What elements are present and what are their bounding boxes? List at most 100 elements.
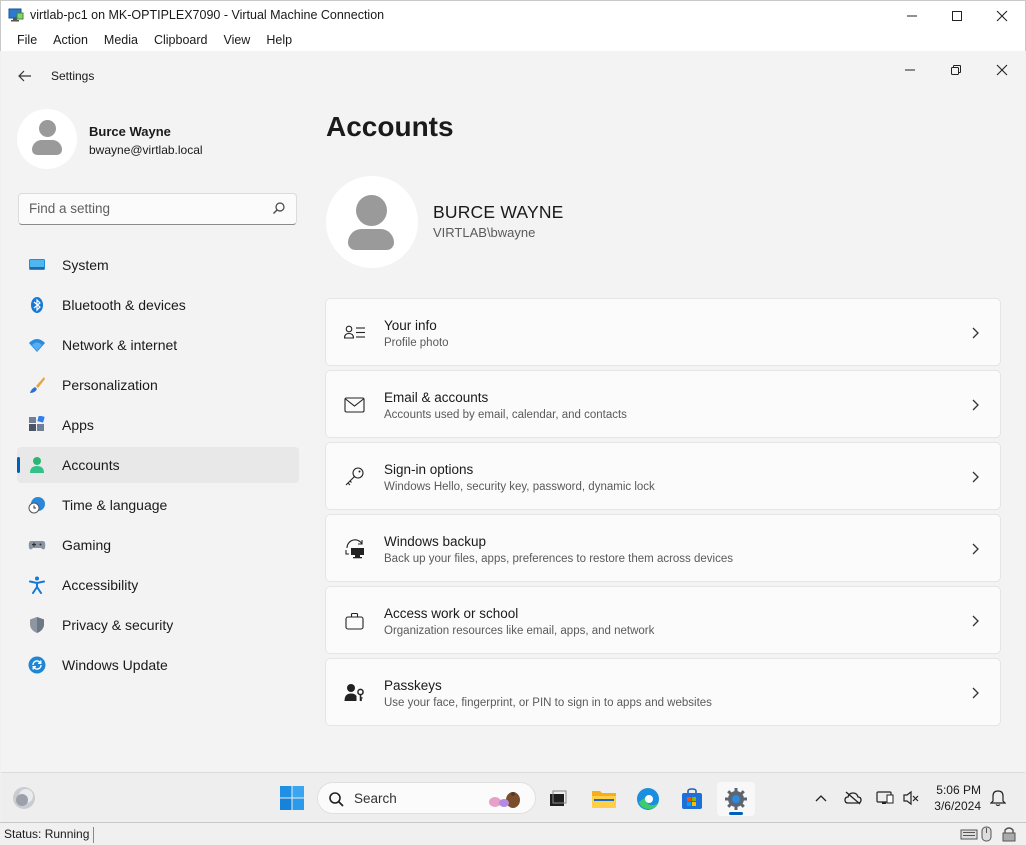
taskbar-clock[interactable]: 5:06 PM 3/6/2024 (929, 782, 981, 814)
sidebar-item-network[interactable]: Network & internet (17, 327, 299, 363)
card-title: Sign-in options (384, 462, 474, 477)
clock-time: 5:06 PM (936, 783, 981, 797)
account-avatar (326, 176, 418, 268)
vm-window-title: virtlab-pc1 on MK-OPTIPLEX7090 - Virtual… (30, 8, 385, 22)
card-subtitle: Windows Hello, security key, password, d… (384, 481, 655, 493)
taskbar-file-explorer[interactable] (585, 782, 623, 816)
passkey-icon (344, 684, 364, 701)
chevron-right-icon (972, 543, 979, 555)
chevron-right-icon (972, 615, 979, 627)
wifi-icon (29, 339, 45, 352)
back-arrow-icon (18, 70, 31, 82)
card-title: Windows backup (384, 534, 487, 549)
gear-icon (725, 788, 747, 810)
network-tray[interactable] (874, 787, 896, 809)
back-button[interactable] (13, 65, 37, 87)
avatar (17, 109, 77, 169)
sidebar-item-accounts[interactable]: Accounts (17, 447, 299, 483)
card-passkeys[interactable]: Passkeys Use your face, fingerprint, or … (325, 658, 1001, 726)
sidebar-item-label: Personalization (62, 377, 158, 393)
chevron-up-icon (815, 795, 827, 802)
person-info-icon (344, 325, 365, 339)
vm-titlebar: virtlab-pc1 on MK-OPTIPLEX7090 - Virtual… (0, 0, 1026, 29)
minimize-icon (907, 15, 917, 16)
search-highlight-icon (489, 792, 520, 808)
menu-action[interactable]: Action (45, 33, 96, 47)
sidebar-item-bluetooth[interactable]: Bluetooth & devices (17, 287, 299, 323)
vm-statusbar: Status: Running (0, 822, 1026, 845)
system-icon (29, 259, 45, 270)
minimize-icon (905, 69, 915, 71)
sidebar-item-time-language[interactable]: Time & language (17, 487, 299, 523)
show-hidden-icons-button[interactable] (810, 787, 832, 809)
sidebar-item-accessibility[interactable]: Accessibility (17, 567, 299, 603)
sidebar-nav: System Bluetooth & devices Network & int… (17, 247, 299, 687)
card-access-work-school[interactable]: Access work or school Organization resou… (325, 586, 1001, 654)
sidebar-item-label: System (62, 257, 109, 273)
sidebar-item-label: Accessibility (62, 577, 139, 593)
vm-maximize-button[interactable] (934, 1, 980, 30)
taskbar-settings[interactable] (717, 782, 755, 816)
settings-minimize-button[interactable] (887, 55, 933, 85)
task-view-icon (550, 790, 567, 806)
sidebar-item-label: Network & internet (62, 337, 178, 353)
chevron-right-icon (972, 687, 979, 699)
vm-minimize-button[interactable] (889, 1, 935, 30)
taskbar-task-view[interactable] (539, 782, 577, 816)
card-windows-backup[interactable]: Windows backup Back up your files, apps,… (325, 514, 1001, 582)
card-email-accounts[interactable]: Email & accounts Accounts used by email,… (325, 370, 1001, 438)
card-subtitle: Back up your files, apps, preferences to… (384, 553, 733, 565)
search-icon (273, 202, 285, 214)
menu-help[interactable]: Help (258, 33, 300, 47)
mouse-icon (981, 826, 992, 842)
onedrive-tray[interactable] (842, 787, 864, 809)
settings-close-button[interactable] (979, 55, 1025, 85)
widgets-icon[interactable] (11, 785, 37, 811)
close-icon (996, 64, 1008, 76)
sidebar-item-system[interactable]: System (17, 247, 299, 283)
update-icon (28, 656, 46, 674)
settings-restore-button[interactable] (933, 55, 979, 85)
backup-icon (345, 539, 364, 559)
sidebar-item-label: Accounts (62, 457, 120, 473)
store-icon (682, 788, 702, 809)
network-icon (876, 791, 894, 804)
vm-close-button[interactable] (979, 1, 1025, 30)
notifications-button[interactable] (987, 787, 1009, 809)
settings-title: Settings (51, 69, 95, 83)
sidebar-item-gaming[interactable]: Gaming (17, 527, 299, 563)
card-title: Your info (384, 318, 437, 333)
start-button[interactable] (279, 785, 305, 811)
sidebar-item-personalization[interactable]: Personalization (17, 367, 299, 403)
bell-icon (990, 790, 1006, 807)
find-setting-box[interactable] (18, 193, 297, 225)
menu-view[interactable]: View (215, 33, 258, 47)
sidebar-item-windows-update[interactable]: Windows Update (17, 647, 299, 683)
menu-media[interactable]: Media (96, 33, 146, 47)
volume-tray[interactable] (900, 787, 922, 809)
close-icon (996, 10, 1008, 21)
accounts-settings-list: Your info Profile photo Email & accounts… (325, 298, 1001, 730)
page-title: Accounts (326, 111, 454, 142)
taskbar-edge[interactable] (629, 782, 667, 816)
search-icon (329, 792, 344, 807)
card-your-info[interactable]: Your info Profile photo (325, 298, 1001, 366)
keyboard-icon (960, 829, 978, 840)
speaker-muted-icon (903, 790, 919, 806)
vm-menubar: File Action Media Clipboard View Help (0, 29, 1026, 51)
chevron-right-icon (972, 399, 979, 411)
card-sign-in-options[interactable]: Sign-in options Windows Hello, security … (325, 442, 1001, 510)
menu-clipboard[interactable]: Clipboard (146, 33, 216, 47)
brush-icon (30, 377, 45, 393)
bluetooth-icon (31, 297, 43, 313)
taskbar-store[interactable] (673, 782, 711, 816)
account-domain-user: VIRTLAB\bwayne (433, 225, 536, 240)
sidebar-item-apps[interactable]: Apps (17, 407, 299, 443)
taskbar-search[interactable]: Search (317, 782, 536, 814)
search-input[interactable] (29, 201, 269, 216)
menu-file[interactable]: File (1, 33, 45, 47)
clock-date: 3/6/2024 (934, 799, 981, 813)
briefcase-icon (345, 612, 364, 630)
sidebar-item-privacy[interactable]: Privacy & security (17, 607, 299, 643)
user-profile[interactable]: Burce Wayne bwayne@virtlab.local (17, 109, 297, 169)
